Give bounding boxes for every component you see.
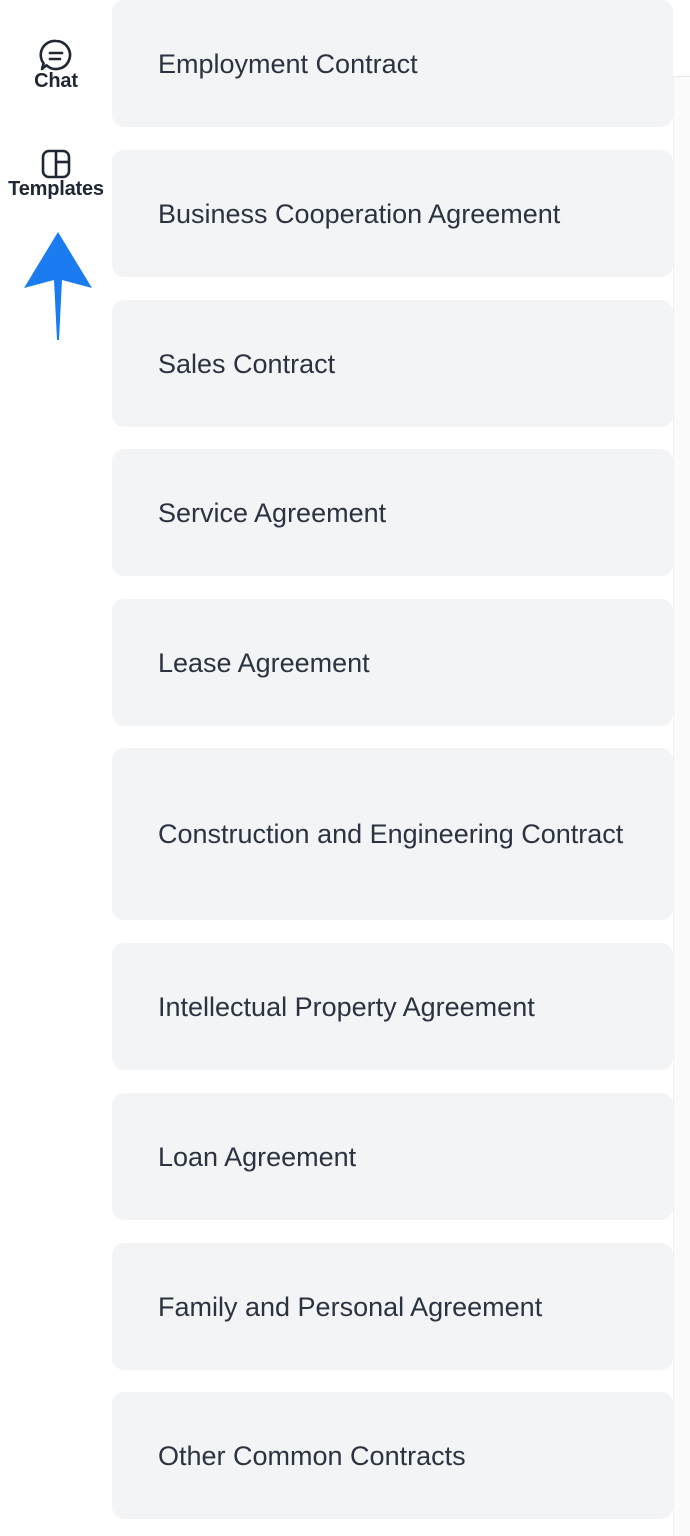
template-card-label: Intellectual Property Agreement bbox=[158, 991, 535, 1022]
template-card-other-common-contracts[interactable]: Other Common Contracts bbox=[112, 1392, 673, 1519]
templates-screen: Chat Templates Employment Contract Busin… bbox=[0, 0, 690, 1536]
nav-templates[interactable]: Templates bbox=[0, 144, 112, 201]
template-card-employment-contract[interactable]: Employment Contract bbox=[112, 0, 673, 127]
template-card-label: Family and Personal Agreement bbox=[158, 1291, 543, 1322]
template-card-intellectual-property-agreement[interactable]: Intellectual Property Agreement bbox=[112, 943, 673, 1070]
content-divider bbox=[673, 76, 690, 1536]
template-card-family-personal-agreement[interactable]: Family and Personal Agreement bbox=[112, 1243, 673, 1370]
template-card-label: Other Common Contracts bbox=[158, 1440, 466, 1471]
template-card-label: Loan Agreement bbox=[158, 1141, 357, 1172]
nav-rail: Chat Templates bbox=[0, 0, 112, 1536]
template-card-label: Lease Agreement bbox=[158, 647, 370, 678]
template-card-business-cooperation-agreement[interactable]: Business Cooperation Agreement bbox=[112, 150, 673, 277]
template-card-label: Sales Contract bbox=[158, 348, 336, 379]
template-card-label: Construction and Engineering Contract bbox=[158, 819, 624, 849]
template-card-label: Employment Contract bbox=[158, 48, 418, 79]
template-card-label: Business Cooperation Agreement bbox=[158, 198, 561, 229]
template-card-lease-agreement[interactable]: Lease Agreement bbox=[112, 599, 673, 726]
arrow-up-icon bbox=[24, 232, 92, 340]
template-card-service-agreement[interactable]: Service Agreement bbox=[112, 449, 673, 576]
template-card-sales-contract[interactable]: Sales Contract bbox=[112, 300, 673, 427]
nav-chat[interactable]: Chat bbox=[0, 36, 112, 93]
template-card-loan-agreement[interactable]: Loan Agreement bbox=[112, 1093, 673, 1220]
template-card-construction-engineering-contract[interactable]: Construction and Engineering Contract bbox=[112, 748, 673, 920]
nav-chat-label: Chat bbox=[34, 70, 78, 92]
nav-templates-label: Templates bbox=[8, 178, 104, 200]
template-card-label: Service Agreement bbox=[158, 497, 387, 528]
